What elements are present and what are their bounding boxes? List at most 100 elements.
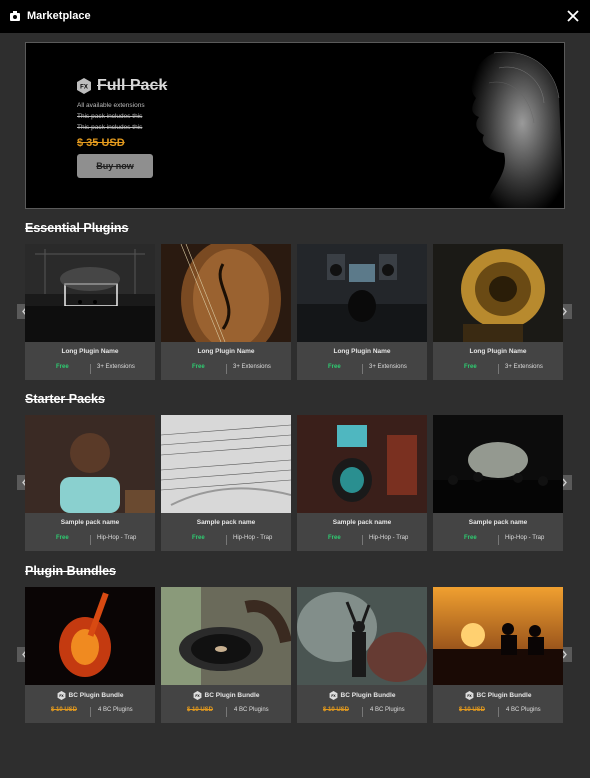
card-detail: 4 BC Plugins: [98, 707, 133, 713]
plugin-card[interactable]: Long Plugin Name Free 3+ Extensions: [297, 244, 427, 380]
fx-badge-icon: FX: [57, 691, 65, 700]
card-image-gramophone: [433, 244, 563, 342]
close-icon[interactable]: [566, 9, 580, 23]
divider: [90, 707, 91, 717]
plugin-card[interactable]: Long Plugin Name Free 3+ Extensions: [161, 244, 291, 380]
divider: [498, 364, 499, 374]
card-detail: Hip-Hop - Trap: [233, 535, 273, 541]
card-detail: 4 BC Plugins: [370, 707, 405, 713]
card-meta: $ 10 USD 4 BC Plugins: [25, 707, 155, 717]
card-image-concert-stage: [25, 244, 155, 342]
card-title: Sample pack name: [332, 519, 392, 526]
fx-badge-icon: FX: [329, 691, 337, 700]
card-detail: Hip-Hop - Trap: [97, 535, 137, 541]
card-title: Long Plugin Name: [333, 348, 391, 355]
bundle-card[interactable]: FX BC Plugin Bundle $ 10 USD 4 BC Plugins: [161, 587, 291, 723]
card-price: $ 10 USD: [323, 707, 350, 713]
card-image-headphones: [297, 415, 427, 513]
starter-packs-row: Sample pack name Free Hip-Hop - Trap Sam…: [25, 415, 565, 551]
divider: [362, 364, 363, 374]
card-title-row: FX BC Plugin Bundle: [161, 691, 291, 700]
card-detail: 3+ Extensions: [233, 364, 271, 370]
card-price: Free: [192, 364, 205, 370]
card-meta: Free 3+ Extensions: [297, 364, 427, 374]
card-detail: 4 BC Plugins: [506, 707, 541, 713]
svg-text:FX: FX: [195, 694, 200, 698]
card-image-singer: [25, 415, 155, 513]
card-meta: Free Hip-Hop - Trap: [297, 535, 427, 545]
pack-card[interactable]: Sample pack name Free Hip-Hop - Trap: [297, 415, 427, 551]
window-title: Marketplace: [27, 10, 91, 22]
card-title-row: FX BC Plugin Bundle: [297, 691, 427, 700]
divider: [226, 535, 227, 545]
card-detail: 4 BC Plugins: [234, 707, 269, 713]
hero-portrait-image: [424, 43, 564, 208]
pack-card[interactable]: Sample pack name Free Hip-Hop - Trap: [433, 415, 563, 551]
card-title: BC Plugin Bundle: [68, 692, 124, 700]
pack-card[interactable]: Sample pack name Free Hip-Hop - Trap: [25, 415, 155, 551]
buy-now-button[interactable]: Buy now: [77, 154, 153, 178]
divider: [498, 535, 499, 545]
card-meta: $ 10 USD 4 BC Plugins: [161, 707, 291, 717]
card-image-studio: [297, 244, 427, 342]
fx-badge-icon: FX: [193, 691, 201, 700]
card-meta: Free Hip-Hop - Trap: [433, 535, 563, 545]
card-title: Long Plugin Name: [61, 348, 119, 355]
divider: [226, 707, 227, 717]
card-price: Free: [56, 535, 69, 541]
card-detail: 3+ Extensions: [97, 364, 135, 370]
plugin-card[interactable]: Long Plugin Name Free 3+ Extensions: [25, 244, 155, 380]
card-title: Sample pack name: [468, 519, 528, 526]
bundle-card[interactable]: FX BC Plugin Bundle $ 10 USD 4 BC Plugins: [25, 587, 155, 723]
fx-badge-icon: FX: [465, 691, 473, 700]
card-title: Long Plugin Name: [197, 348, 255, 355]
card-meta: Free 3+ Extensions: [161, 364, 291, 374]
card-price: $ 10 USD: [51, 707, 78, 713]
card-detail: Hip-Hop - Trap: [369, 535, 409, 541]
hero-title: Full Pack: [97, 77, 168, 94]
marketplace-icon: [10, 11, 20, 21]
card-title: BC Plugin Bundle: [340, 692, 396, 700]
hero-line: This pack includes this: [77, 113, 143, 120]
bundle-card[interactable]: FX BC Plugin Bundle $ 10 USD 4 BC Plugins: [433, 587, 563, 723]
card-image-fire-guitar: [25, 587, 155, 685]
plugin-bundles-row: FX BC Plugin Bundle $ 10 USD 4 BC Plugins…: [25, 587, 565, 723]
card-detail: 3+ Extensions: [505, 364, 543, 370]
card-meta: Free 3+ Extensions: [433, 364, 563, 374]
card-price: Free: [56, 364, 69, 370]
card-price: Free: [192, 535, 205, 541]
card-detail: 3+ Extensions: [369, 364, 407, 370]
card-title-row: FX BC Plugin Bundle: [433, 691, 563, 700]
card-price: $ 10 USD: [459, 707, 486, 713]
card-meta: $ 10 USD 4 BC Plugins: [433, 707, 563, 717]
divider: [90, 535, 91, 545]
card-price: Free: [328, 535, 341, 541]
divider: [362, 535, 363, 545]
card-price: $ 10 USD: [187, 707, 214, 713]
card-price: Free: [464, 364, 477, 370]
card-meta: Free Hip-Hop - Trap: [25, 535, 155, 545]
card-title: Long Plugin Name: [469, 348, 527, 355]
card-image-sheet-music: [161, 415, 291, 513]
svg-text:FX: FX: [80, 85, 88, 91]
hero-banner: FX Full Pack All available extensions Th…: [25, 42, 565, 209]
card-image-turntable: [161, 587, 291, 685]
pack-card[interactable]: Sample pack name Free Hip-Hop - Trap: [161, 415, 291, 551]
divider: [90, 364, 91, 374]
card-image-crowd: [433, 415, 563, 513]
section-title-essential: Essential Plugins: [25, 221, 129, 235]
card-meta: $ 10 USD 4 BC Plugins: [297, 707, 427, 717]
fx-badge-icon: FX: [77, 78, 91, 94]
hero-price: $ 35 USD: [77, 137, 125, 149]
card-image-sunset-guitar: [433, 587, 563, 685]
section-title-bundles: Plugin Bundles: [25, 564, 116, 578]
divider: [498, 707, 499, 717]
plugin-card[interactable]: Long Plugin Name Free 3+ Extensions: [433, 244, 563, 380]
hero-line: All available extensions: [77, 102, 145, 109]
card-detail: Hip-Hop - Trap: [505, 535, 545, 541]
bundle-card[interactable]: FX BC Plugin Bundle $ 10 USD 4 BC Plugins: [297, 587, 427, 723]
card-title-row: FX BC Plugin Bundle: [25, 691, 155, 700]
section-title-starter: Starter Packs: [25, 392, 105, 406]
card-meta: Free Hip-Hop - Trap: [161, 535, 291, 545]
card-title: BC Plugin Bundle: [476, 692, 532, 700]
